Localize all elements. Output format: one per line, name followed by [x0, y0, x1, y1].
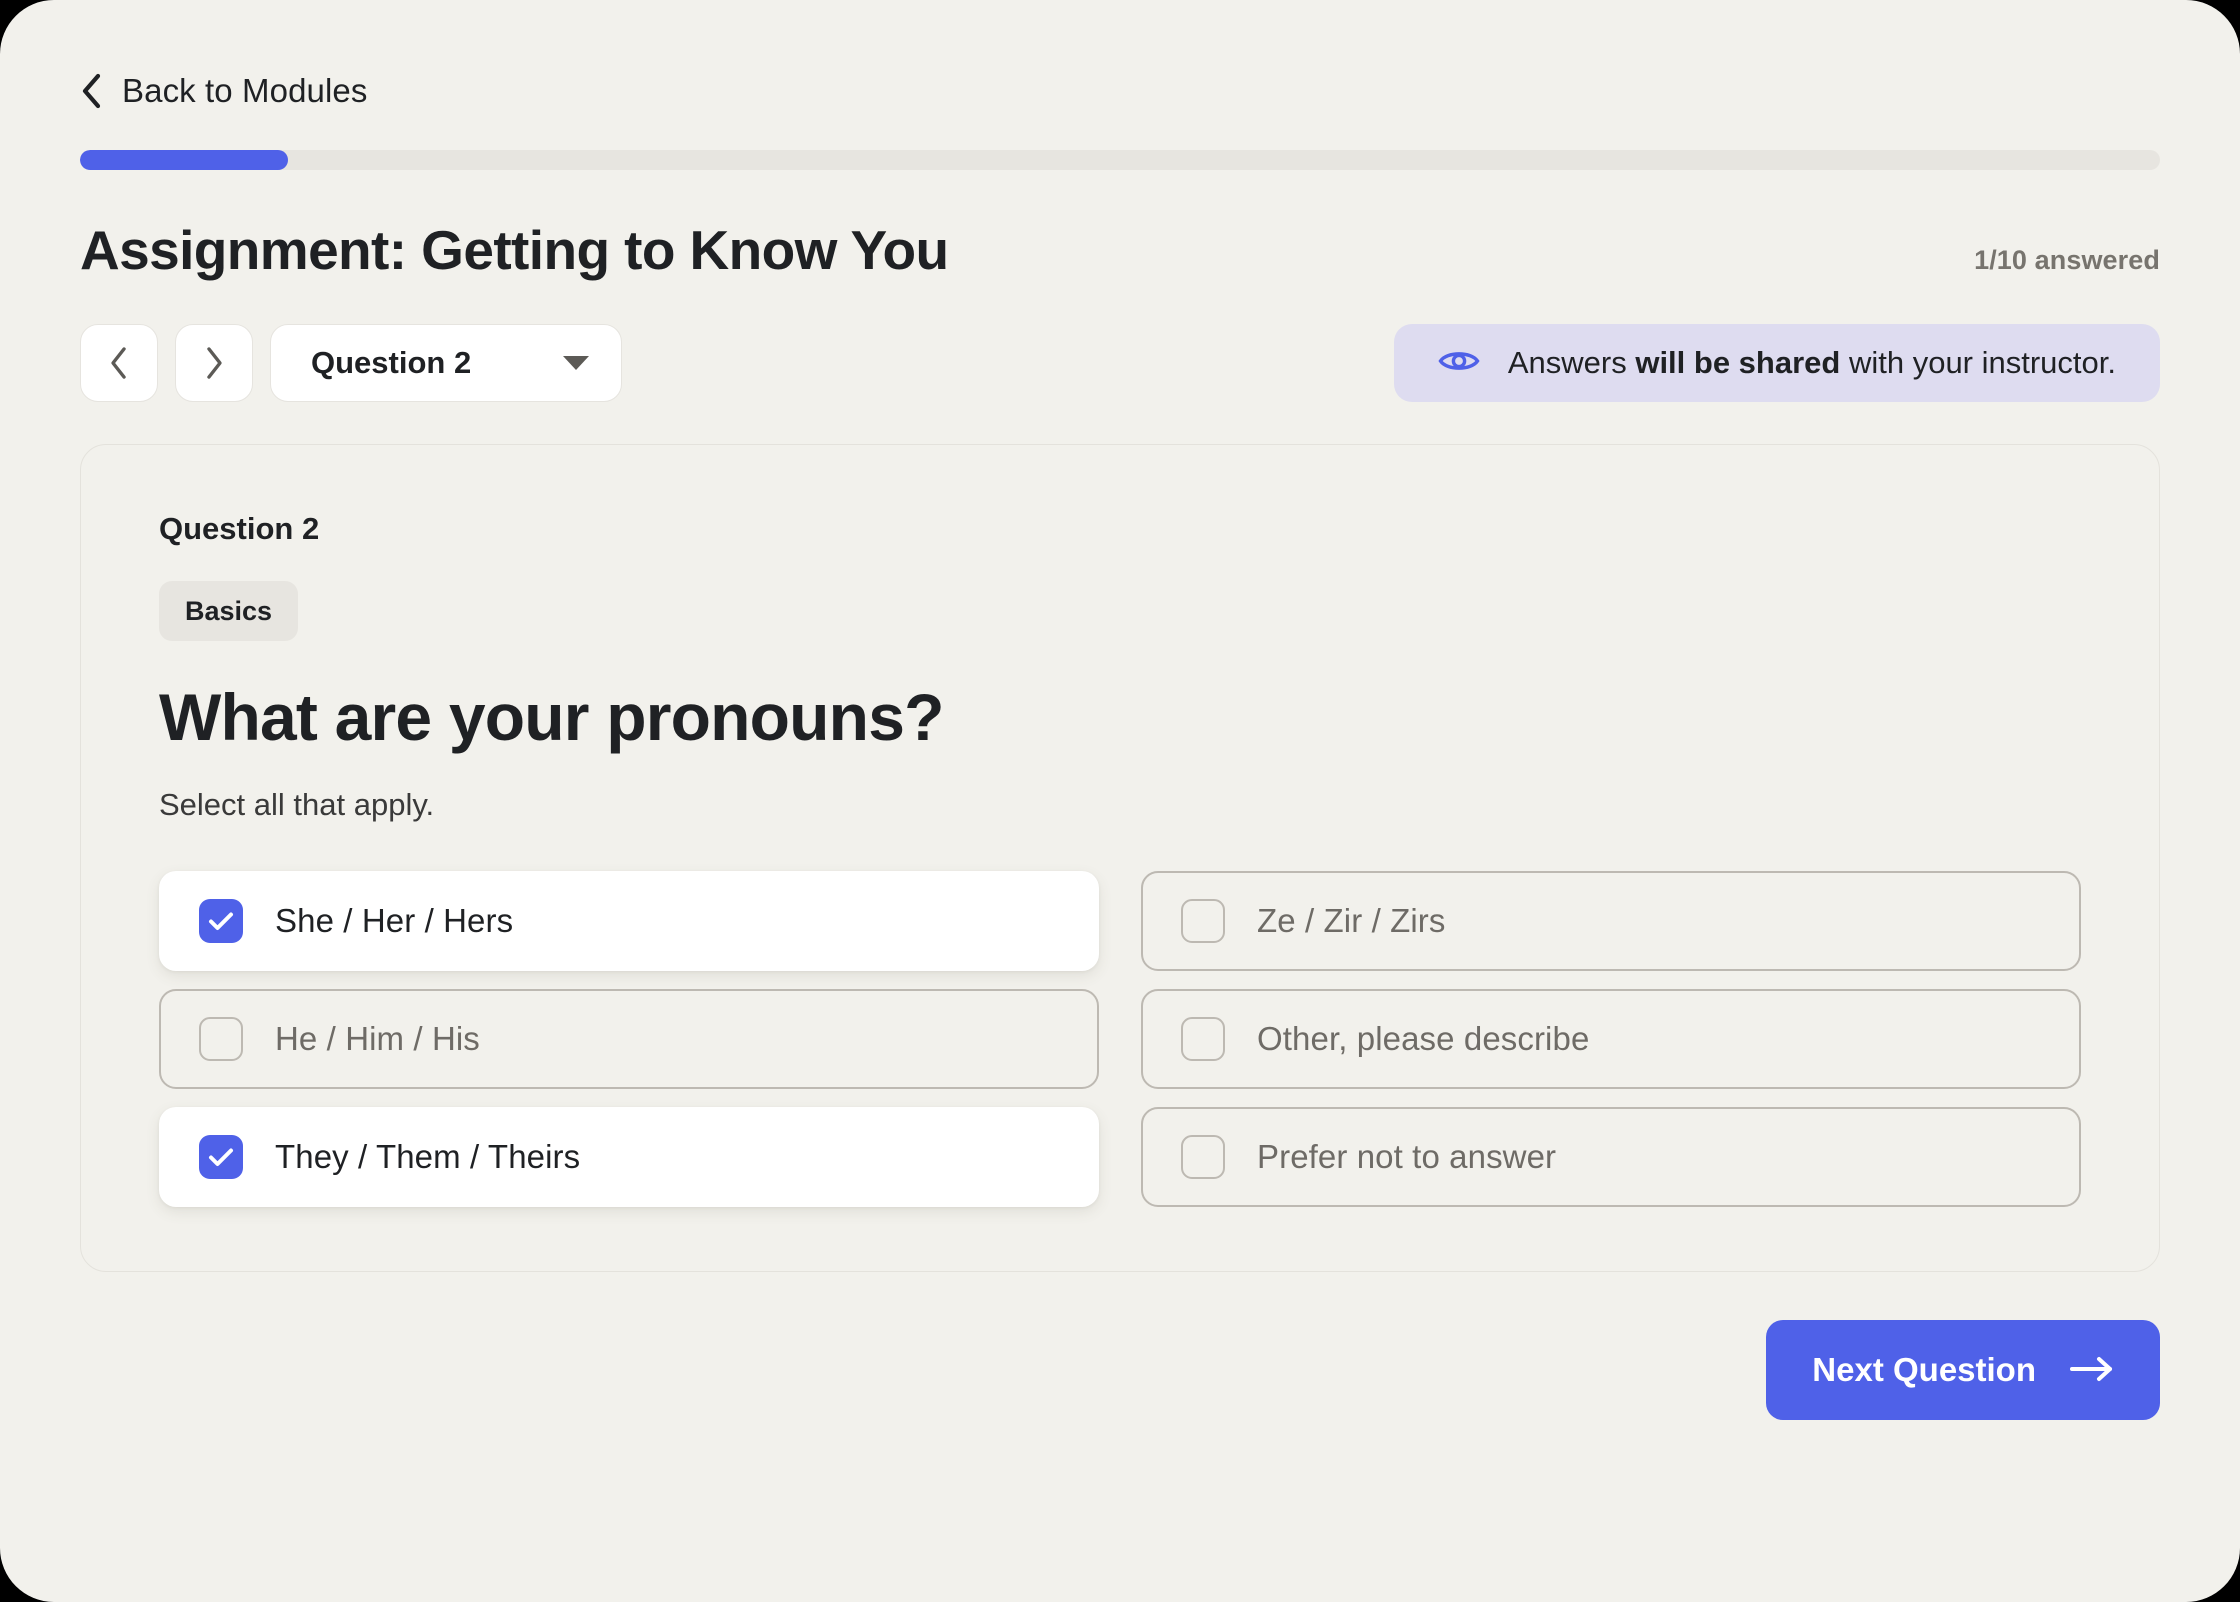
answered-counter: 1/10 answered — [1974, 245, 2160, 275]
question-nav-row: Question 2 Answers will be shared with y… — [80, 324, 2160, 402]
answer-option-label: Ze / Zir / Zirs — [1257, 902, 1446, 939]
chevron-left-icon — [109, 346, 129, 380]
checkbox-unchecked-icon[interactable] — [1181, 1135, 1225, 1179]
page-title: Assignment: Getting to Know You — [80, 219, 949, 281]
question-selector-value: Question 2 — [311, 345, 472, 380]
answer-options-grid: She / Her / Hers Ze / Zir / Zirs He / Him … — [159, 871, 2159, 1207]
question-category-tag: Basics — [159, 581, 299, 641]
next-question-button[interactable] — [175, 324, 253, 402]
previous-question-button[interactable] — [80, 324, 158, 402]
checkbox-unchecked-icon[interactable] — [1181, 1017, 1225, 1061]
answer-option[interactable]: He / Him / His — [159, 989, 1099, 1089]
question-footer: Next Question — [80, 1320, 2160, 1420]
chevron-left-icon — [80, 73, 102, 109]
eye-icon — [1438, 346, 1480, 381]
question-nav-controls: Question 2 — [80, 324, 622, 402]
back-to-modules-link[interactable]: Back to Modules — [80, 72, 367, 110]
question-number-label: Question 2 — [159, 511, 320, 546]
share-notice-text-emphasis: will be shared — [1635, 345, 1841, 380]
checkbox-checked-icon[interactable] — [199, 899, 243, 943]
chevron-right-icon — [204, 346, 224, 380]
question-heading: What are your pronouns? — [159, 680, 944, 754]
assignment-header: Assignment: Getting to Know You 1/10 ans… — [80, 218, 2160, 282]
share-notice-banner: Answers will be shared with your instruc… — [1393, 324, 2160, 402]
checkbox-unchecked-icon[interactable] — [199, 1017, 243, 1061]
checkbox-unchecked-icon[interactable] — [1181, 899, 1225, 943]
back-to-modules-label: Back to Modules — [122, 72, 368, 109]
answer-option-label: Prefer not to answer — [1257, 1138, 1557, 1175]
app-surface: Back to Modules Assignment: Getting to K… — [0, 0, 2240, 1602]
checkbox-checked-icon[interactable] — [199, 1135, 243, 1179]
question-instruction: Select all that apply. — [159, 787, 435, 822]
progress-bar-fill — [80, 150, 288, 170]
answer-option[interactable]: Ze / Zir / Zirs — [1141, 871, 2081, 971]
next-question-submit-button[interactable]: Next Question — [1766, 1320, 2160, 1420]
share-notice-text-before: Answers — [1507, 345, 1636, 380]
question-selector-dropdown[interactable]: Question 2 — [270, 324, 622, 402]
answer-option[interactable]: Prefer not to answer — [1141, 1107, 2081, 1207]
answer-option[interactable]: They / Them / Theirs — [159, 1107, 1099, 1207]
answer-option-label: She / Her / Hers — [275, 902, 514, 939]
arrow-right-icon — [2070, 1356, 2114, 1385]
answer-option-label: Other, please describe — [1257, 1020, 1590, 1057]
next-question-label: Next Question — [1812, 1351, 2036, 1388]
question-card: Question 2 Basics What are your pronouns… — [80, 444, 2160, 1272]
share-notice-text: Answers will be shared with your instruc… — [1508, 345, 2116, 381]
chevron-down-icon — [563, 356, 589, 370]
answer-option-label: He / Him / His — [275, 1020, 480, 1057]
answer-option[interactable]: She / Her / Hers — [159, 871, 1099, 971]
progress-bar — [80, 150, 2160, 170]
answer-option-label: They / Them / Theirs — [275, 1138, 581, 1175]
share-notice-text-after: with your instructor. — [1840, 345, 2116, 380]
answer-option[interactable]: Other, please describe — [1141, 989, 2081, 1089]
